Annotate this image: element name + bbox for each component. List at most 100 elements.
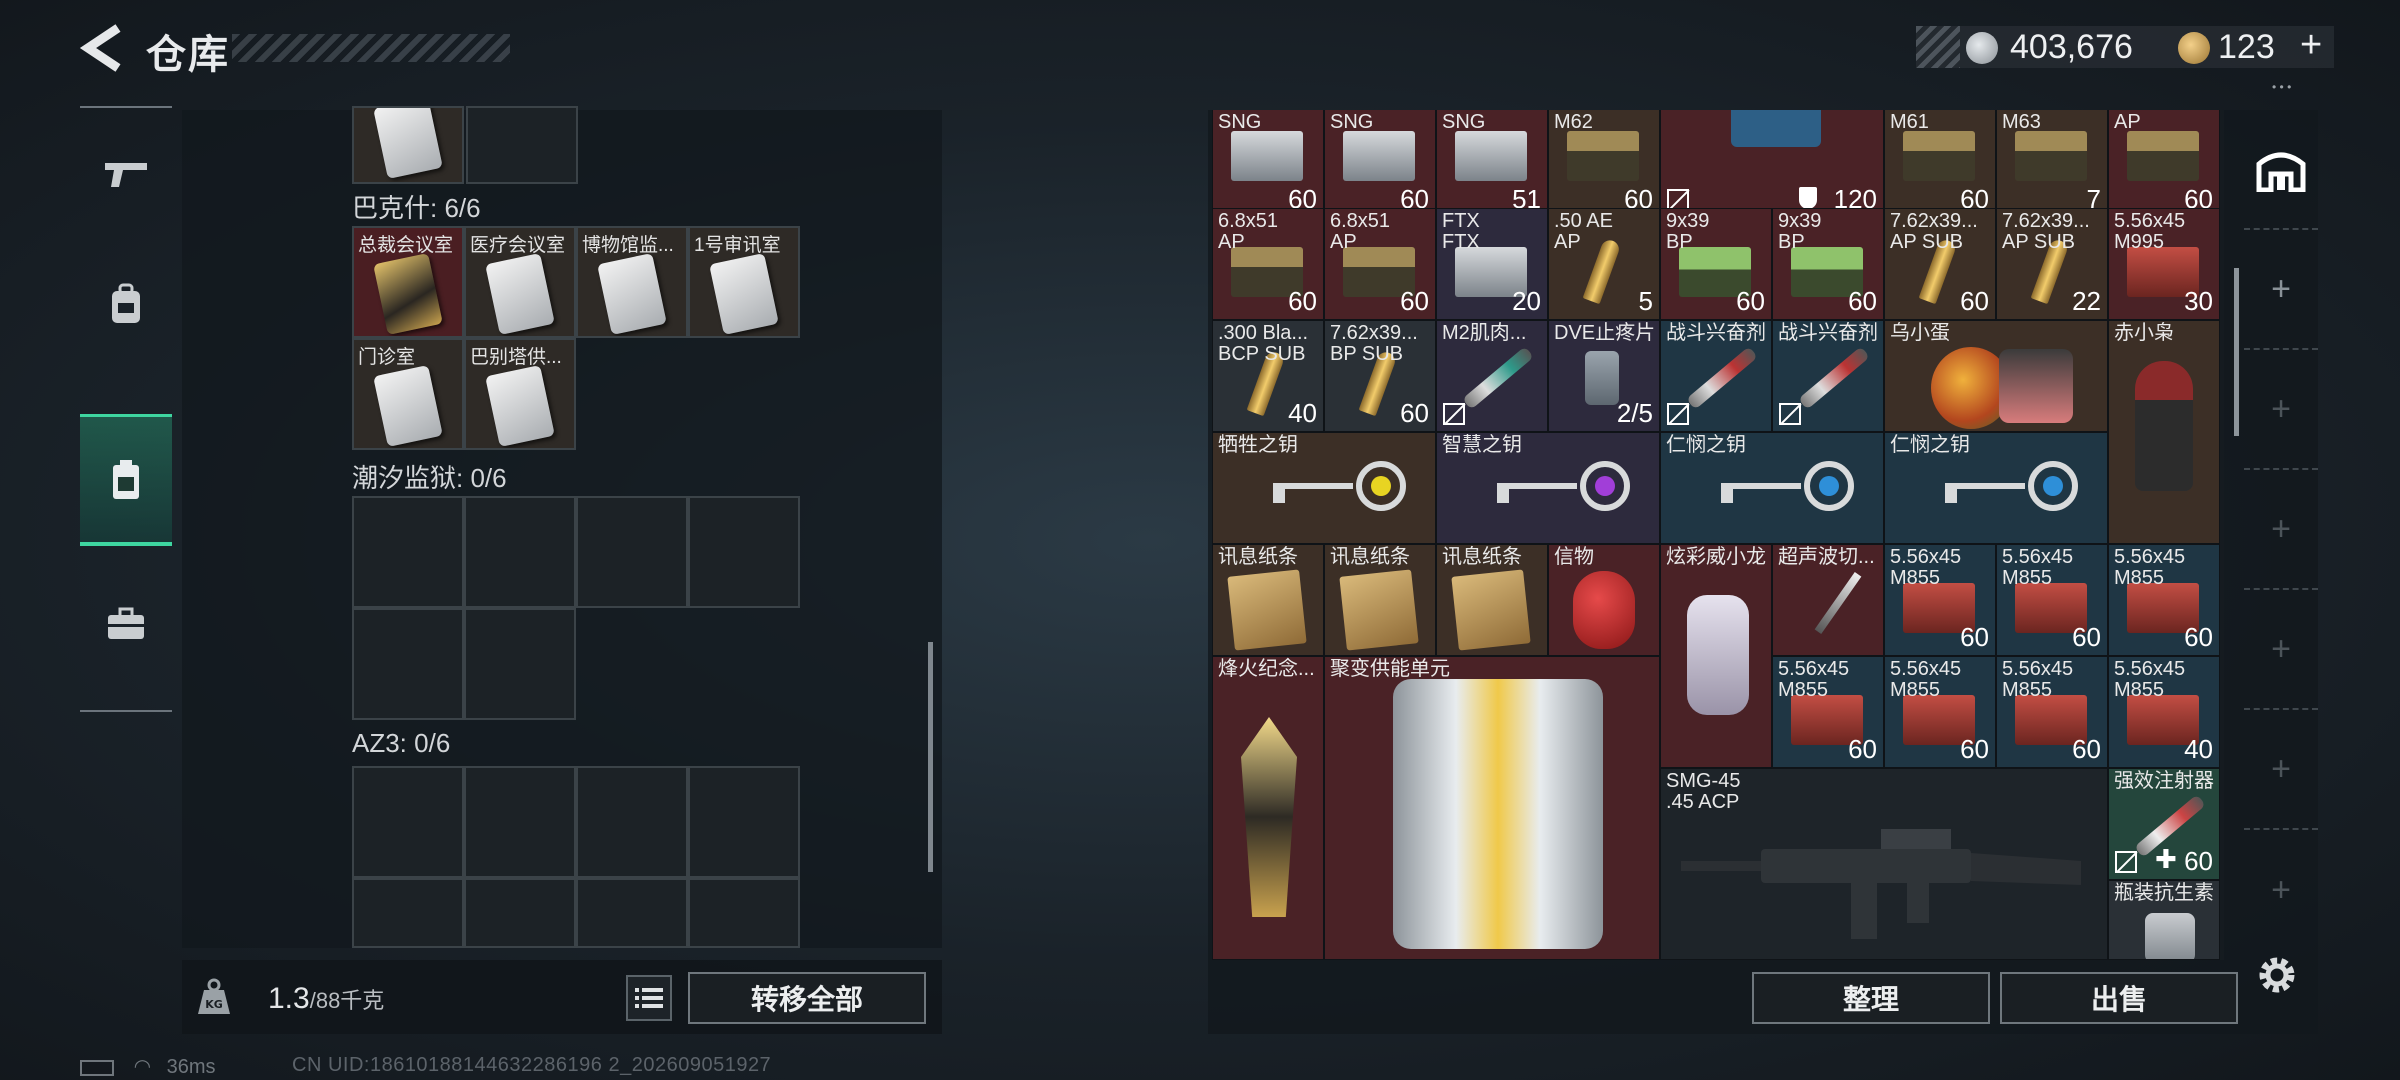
inventory-item[interactable]: 5.56x45 M855 40 bbox=[2108, 656, 2220, 768]
empty-slot[interactable] bbox=[464, 878, 576, 948]
key-name: 门诊室 bbox=[358, 347, 416, 368]
inventory-item[interactable]: 瓶装抗生素 bbox=[2108, 880, 2220, 960]
empty-slot[interactable] bbox=[464, 766, 576, 878]
inventory-item[interactable]: 牺牲之钥 bbox=[1212, 432, 1436, 544]
list-view-button[interactable] bbox=[626, 975, 672, 1021]
inventory-item[interactable]: 120 bbox=[1660, 110, 1884, 218]
inventory-item[interactable]: M61 60 bbox=[1884, 110, 1996, 218]
inventory-item[interactable]: 6.8x51 AP 60 bbox=[1324, 208, 1436, 320]
tab-main-storage[interactable] bbox=[2244, 110, 2318, 230]
inventory-item[interactable]: 赤小枭 bbox=[2108, 320, 2220, 544]
empty-slot[interactable] bbox=[576, 766, 688, 878]
add-storage-tab[interactable]: + bbox=[2244, 710, 2318, 830]
keycard-image bbox=[485, 364, 555, 448]
inventory-item[interactable]: 5.56x45 M855 60 bbox=[1772, 656, 1884, 768]
inventory-item[interactable]: 9x39 BP 60 bbox=[1660, 208, 1772, 320]
empty-slot[interactable] bbox=[352, 496, 464, 608]
key-slot[interactable]: 总裁会议室 bbox=[352, 226, 464, 338]
inventory-item[interactable]: .300 Bla... BCP SUB 40 bbox=[1212, 320, 1324, 432]
sell-button[interactable]: 出售 bbox=[2000, 972, 2238, 1024]
inventory-item[interactable]: SNG 60 bbox=[1212, 110, 1324, 218]
inventory-item[interactable]: 9x39 BP 60 bbox=[1772, 208, 1884, 320]
inventory-item[interactable]: 仁悯之钥 bbox=[1884, 432, 2108, 544]
inventory-item[interactable]: 战斗兴奋剂 bbox=[1660, 320, 1772, 432]
key-slot[interactable]: 医疗会议室 bbox=[464, 226, 576, 338]
empty-slot[interactable] bbox=[466, 106, 578, 184]
inventory-item[interactable]: 5.56x45 M995 30 bbox=[2108, 208, 2220, 320]
empty-slot[interactable] bbox=[352, 608, 464, 720]
scalpel-image bbox=[1814, 572, 1862, 634]
key-slot[interactable]: 门诊室 bbox=[352, 338, 464, 450]
empty-slot[interactable] bbox=[576, 878, 688, 948]
empty-slot[interactable] bbox=[464, 496, 576, 608]
add-storage-tab[interactable]: + bbox=[2244, 230, 2318, 350]
settings-button[interactable] bbox=[2254, 952, 2300, 998]
inventory-item[interactable]: 信物 bbox=[1548, 544, 1660, 656]
add-storage-tab[interactable]: + bbox=[2244, 830, 2318, 950]
weight-readout: 1.3/88千克 bbox=[268, 982, 384, 1016]
inventory-item[interactable]: M62 60 bbox=[1548, 110, 1660, 218]
inventory-item[interactable]: 5.56x45 M855 60 bbox=[1884, 544, 1996, 656]
inventory-item[interactable]: AP 60 bbox=[2108, 110, 2220, 218]
key-slot[interactable]: 巴别塔供... bbox=[464, 338, 576, 450]
inventory-item[interactable]: 5.56x45 M855 60 bbox=[1996, 656, 2108, 768]
add-storage-tab[interactable]: + bbox=[2244, 470, 2318, 590]
empty-slot[interactable] bbox=[576, 496, 688, 608]
uid-readout: CN UID:18610188144632286196 2_2026090519… bbox=[292, 1054, 772, 1076]
back-button[interactable] bbox=[78, 22, 126, 74]
inventory-item[interactable]: 战斗兴奋剂 bbox=[1772, 320, 1884, 432]
inventory-item[interactable]: 7.62x39... AP SUB 60 bbox=[1884, 208, 1996, 320]
inventory-item[interactable]: 乌小蛋 bbox=[1884, 320, 2108, 432]
inventory-item[interactable]: 聚变供能单元 bbox=[1324, 656, 1660, 960]
transfer-all-button[interactable]: 转移全部 bbox=[688, 972, 926, 1024]
arrange-button[interactable]: 整理 bbox=[1752, 972, 1990, 1024]
inventory-item[interactable]: 讯息纸条 bbox=[1324, 544, 1436, 656]
inventory-item[interactable]: 仁悯之钥 bbox=[1660, 432, 1884, 544]
tab-equipment[interactable] bbox=[80, 238, 172, 370]
inventory-item[interactable]: 讯息纸条 bbox=[1212, 544, 1324, 656]
silver-coin-icon bbox=[1966, 32, 1998, 64]
inventory-item[interactable]: 7.62x39... AP SUB 22 bbox=[1996, 208, 2108, 320]
scrollbar[interactable] bbox=[928, 642, 933, 872]
inventory-item[interactable]: 5.56x45 M855 60 bbox=[1884, 656, 1996, 768]
menu-dots-icon[interactable]: • • • bbox=[2272, 80, 2291, 94]
key-slot[interactable]: 博物馆监... bbox=[576, 226, 688, 338]
inventory-item[interactable]: M63 7 bbox=[1996, 110, 2108, 218]
empty-slot[interactable] bbox=[464, 608, 576, 720]
inventory-item[interactable]: SMG-45 .45 ACP bbox=[1660, 768, 2108, 960]
tab-keys[interactable] bbox=[80, 414, 172, 546]
inventory-item[interactable]: 强效注射器 ✚ 60 bbox=[2108, 768, 2220, 880]
inventory-item[interactable]: 5.56x45 M855 60 bbox=[1996, 544, 2108, 656]
inventory-item[interactable]: 智慧之钥 bbox=[1436, 432, 1660, 544]
inventory-item[interactable]: M2肌肉... bbox=[1436, 320, 1548, 432]
add-storage-tab[interactable]: + bbox=[2244, 590, 2318, 710]
empty-slot[interactable] bbox=[352, 878, 464, 948]
inventory-item[interactable]: 7.62x39... BP SUB 60 bbox=[1324, 320, 1436, 432]
add-currency-button[interactable]: + bbox=[2300, 24, 2322, 67]
empty-slot[interactable] bbox=[688, 766, 800, 878]
empty-slot[interactable] bbox=[352, 766, 464, 878]
inventory-item[interactable]: DVE止疼片 2/5 bbox=[1548, 320, 1660, 432]
scrollbar[interactable] bbox=[2234, 268, 2239, 436]
key-slot[interactable]: 1号审讯室 bbox=[688, 226, 800, 338]
inventory-item[interactable]: FTX FTX 20 bbox=[1436, 208, 1548, 320]
add-storage-tab[interactable]: + bbox=[2244, 350, 2318, 470]
note-image bbox=[1227, 569, 1307, 651]
empty-slot[interactable] bbox=[688, 496, 800, 608]
category-rail bbox=[80, 106, 172, 712]
inventory-item[interactable]: 烽火纪念... bbox=[1212, 656, 1324, 960]
ammo-box-image bbox=[1343, 131, 1415, 181]
inventory-item[interactable]: .50 AE AP 5 bbox=[1548, 208, 1660, 320]
empty-slot[interactable] bbox=[688, 878, 800, 948]
inventory-item[interactable]: 5.56x45 M855 60 bbox=[2108, 544, 2220, 656]
inventory-item[interactable]: 炫彩威小龙 bbox=[1660, 544, 1772, 768]
tab-supplies[interactable] bbox=[80, 558, 172, 690]
status-bar: ◠ 36ms bbox=[80, 1054, 215, 1079]
inventory-item[interactable]: SNG 60 bbox=[1324, 110, 1436, 218]
inventory-item[interactable]: SNG 51 bbox=[1436, 110, 1548, 218]
key-slot[interactable] bbox=[352, 106, 464, 184]
inventory-item[interactable]: 讯息纸条 bbox=[1436, 544, 1548, 656]
inventory-item[interactable]: 6.8x51 AP 60 bbox=[1212, 208, 1324, 320]
inventory-item[interactable]: 超声波切... bbox=[1772, 544, 1884, 656]
tab-weapons[interactable] bbox=[80, 108, 172, 240]
